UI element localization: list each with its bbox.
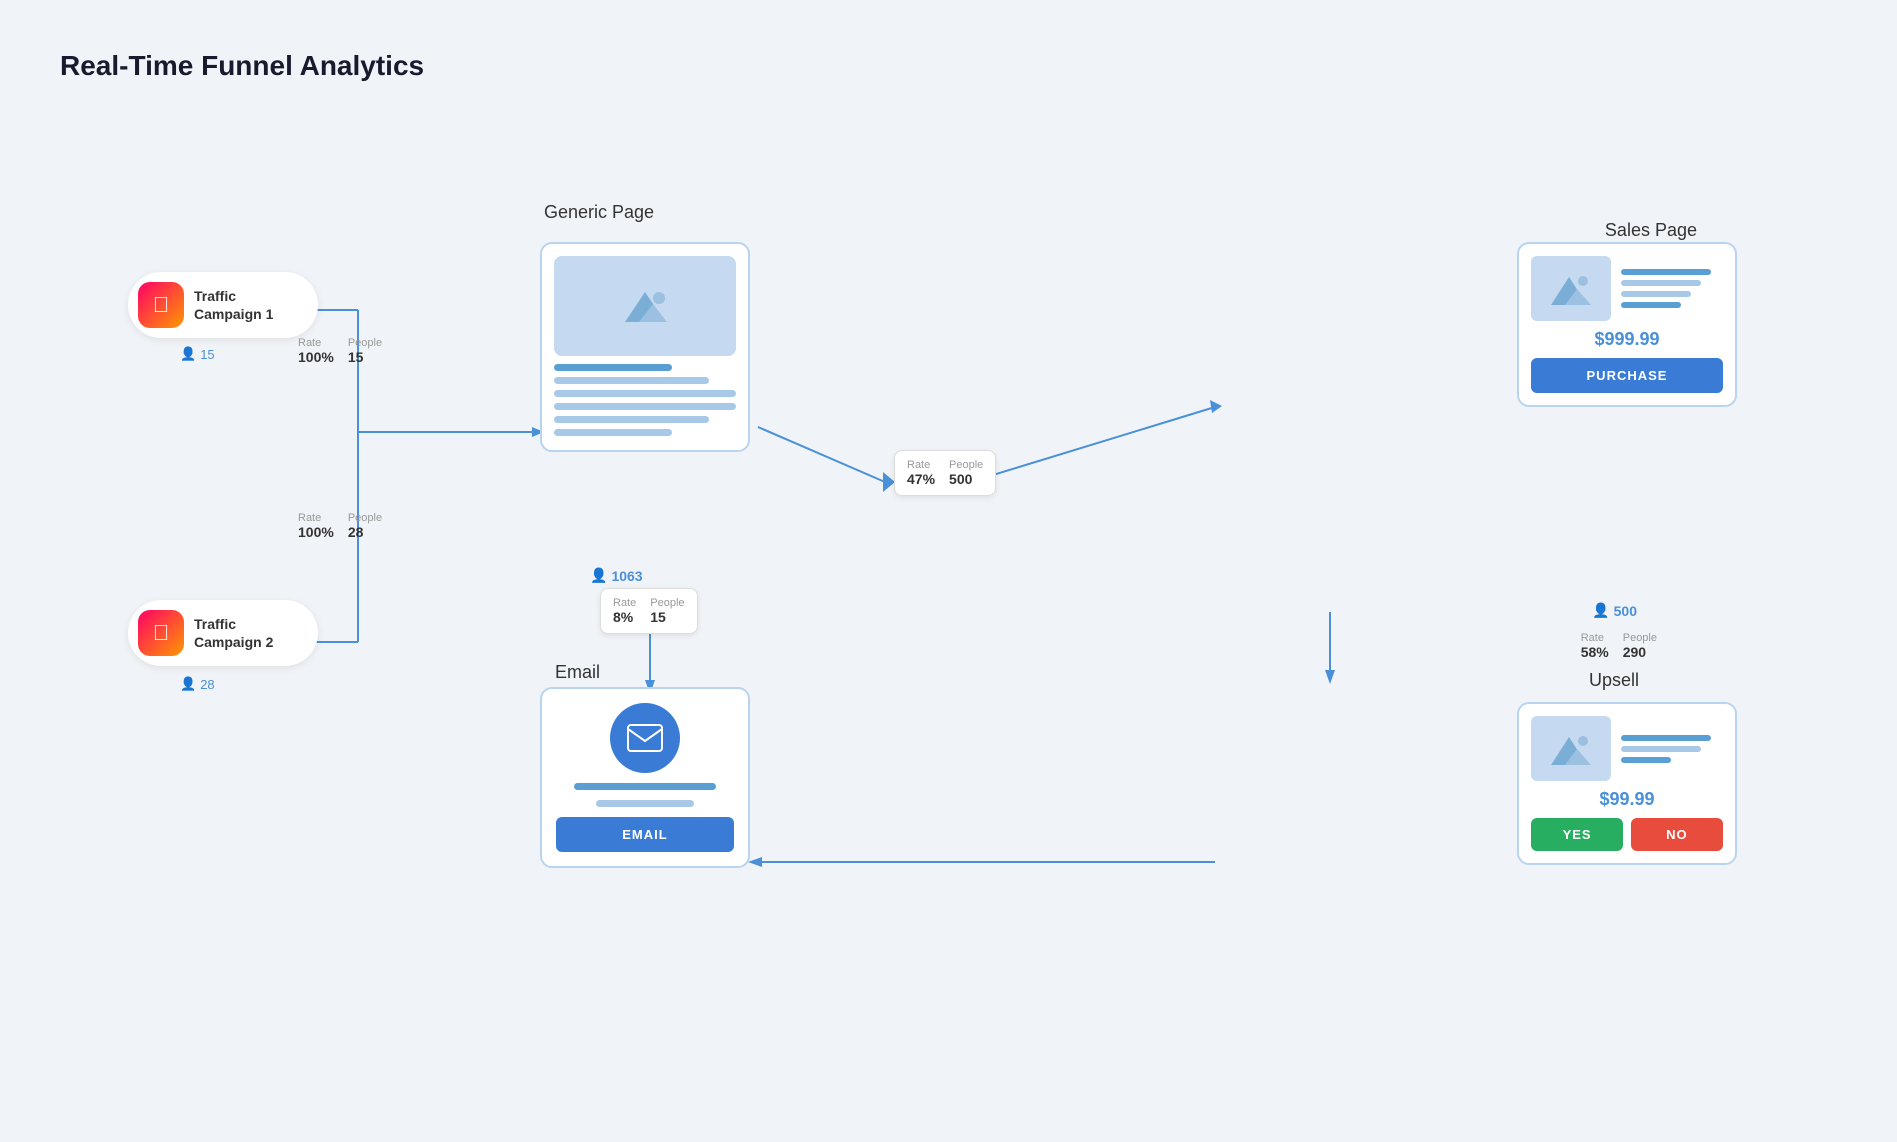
instagram-icon-2:  — [138, 610, 184, 656]
rate-box-to-sales: Rate 47% People 500 — [894, 450, 996, 496]
sales-mountain-icon — [1547, 269, 1595, 309]
generic-page-label: Generic Page — [544, 202, 654, 223]
email-label: Email — [555, 662, 600, 683]
upsell-card-top — [1531, 716, 1723, 781]
generic-page-card[interactable] — [540, 242, 750, 452]
traffic-campaign-1-node[interactable]:  Traffic Campaign 1 — [128, 272, 318, 338]
sales-page-people: 👤 500 — [1592, 602, 1637, 619]
upsell-price: $99.99 — [1531, 789, 1723, 810]
rate-box-campaign-1: Rate 100% People 15 — [298, 337, 382, 365]
sales-page-card[interactable]: $999.99 PURCHASE — [1517, 242, 1737, 407]
people-icon-1: 👤 — [180, 346, 196, 362]
sales-card-inner: $999.99 PURCHASE — [1519, 244, 1735, 405]
page-title: Real-Time Funnel Analytics — [60, 50, 1837, 82]
upsell-page-card[interactable]: $99.99 YES NO — [1517, 702, 1737, 865]
email-card-inner: EMAIL — [542, 689, 748, 866]
people-icon-2: 👤 — [180, 676, 196, 692]
upsell-card-inner: $99.99 YES NO — [1519, 704, 1735, 863]
no-button[interactable]: NO — [1631, 818, 1723, 851]
generic-page-lines — [542, 364, 748, 450]
upsell-buttons: YES NO — [1531, 818, 1723, 851]
upsell-thumb-image — [1531, 716, 1611, 781]
sales-thumb-image — [1531, 256, 1611, 321]
upsell-label: Upsell — [1589, 670, 1639, 691]
sales-card-top — [1531, 256, 1723, 321]
instagram-icon-1:  — [138, 282, 184, 328]
email-field-line-1 — [574, 783, 716, 790]
rate-box-campaign-2: Rate 100% People 28 — [298, 512, 382, 540]
email-field-line-2 — [596, 800, 694, 807]
traffic-campaign-1-label: Traffic Campaign 1 — [194, 287, 300, 323]
upsell-mountain-icon — [1547, 729, 1595, 769]
sales-text-lines — [1621, 256, 1711, 321]
yes-button[interactable]: YES — [1531, 818, 1623, 851]
traffic-campaign-2-people: 👤 28 — [180, 676, 215, 692]
generic-page-people: 👤 1063 — [590, 567, 643, 584]
email-envelope-icon — [627, 724, 663, 752]
sales-page-label: Sales Page — [1605, 220, 1697, 241]
canvas:  Traffic Campaign 1 👤 15 Rate 100% Peop… — [60, 142, 1837, 1092]
email-button[interactable]: EMAIL — [556, 817, 734, 852]
mountain-icon — [617, 282, 673, 330]
people-icon-sales: 👤 — [1592, 602, 1609, 619]
upsell-text-lines — [1621, 716, 1711, 781]
rate-box-sales-to-upsell: Rate 58% People 290 — [1581, 632, 1657, 660]
sales-price: $999.99 — [1531, 329, 1723, 350]
rate-box-email: Rate 8% People 15 — [600, 588, 698, 634]
email-page-card[interactable]: EMAIL — [540, 687, 750, 868]
people-icon-generic: 👤 — [590, 567, 607, 584]
email-icon-circle — [610, 703, 680, 773]
generic-page-image — [554, 256, 736, 356]
traffic-campaign-1-people: 👤 15 — [180, 346, 215, 362]
page: Real-Time Funnel Analytics — [0, 0, 1897, 1142]
purchase-button[interactable]: PURCHASE — [1531, 358, 1723, 393]
traffic-campaign-2-node[interactable]:  Traffic Campaign 2 — [128, 600, 318, 666]
traffic-campaign-2-label: Traffic Campaign 2 — [194, 615, 300, 651]
